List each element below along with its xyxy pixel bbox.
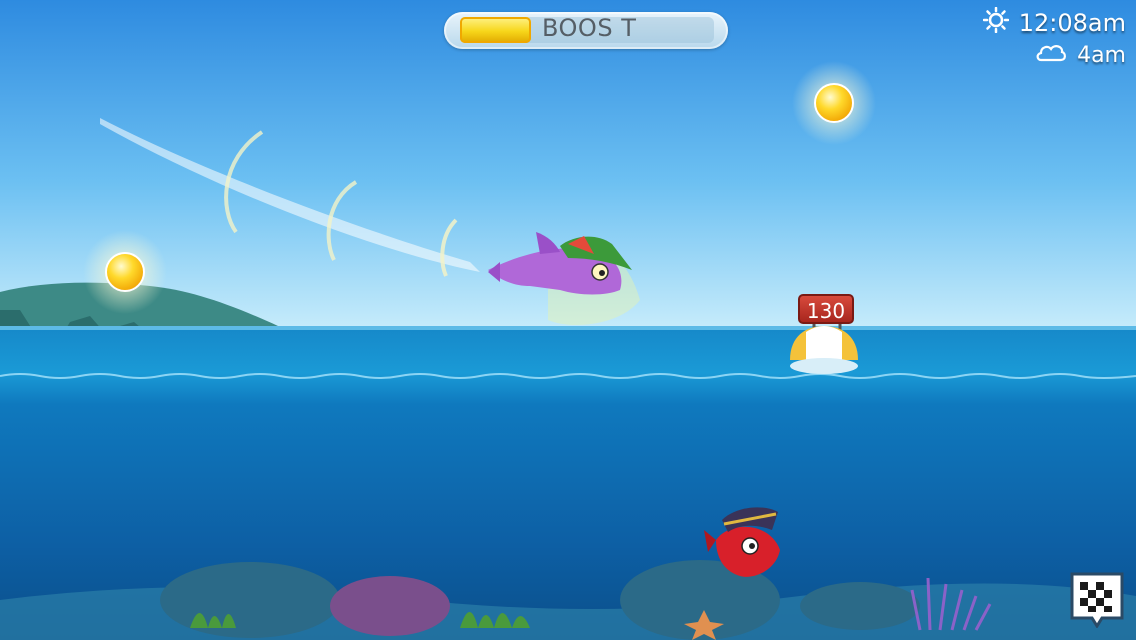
current-time: 12:08am: [1018, 9, 1126, 37]
checkered-flag-icon: [1070, 572, 1124, 629]
buoy-distance-label: 130: [798, 294, 854, 324]
current-time-row: 12:08am: [982, 6, 1126, 40]
cloud-icon: [1035, 41, 1067, 69]
boost-label: BOOS T: [542, 14, 637, 42]
time-display: 12:08am 4am: [982, 6, 1126, 70]
forecast-row: 4am: [983, 40, 1126, 70]
sun-collectible: [792, 61, 876, 145]
checkered-flag-button[interactable]: [1068, 568, 1126, 629]
sun-icon: [982, 6, 1009, 39]
sun-collectible: [83, 230, 167, 314]
game-scene: [0, 0, 1136, 640]
forecast-time: 4am: [1077, 42, 1126, 68]
boost-fill: [460, 17, 532, 43]
boost-meter: BOOS T: [444, 12, 728, 49]
